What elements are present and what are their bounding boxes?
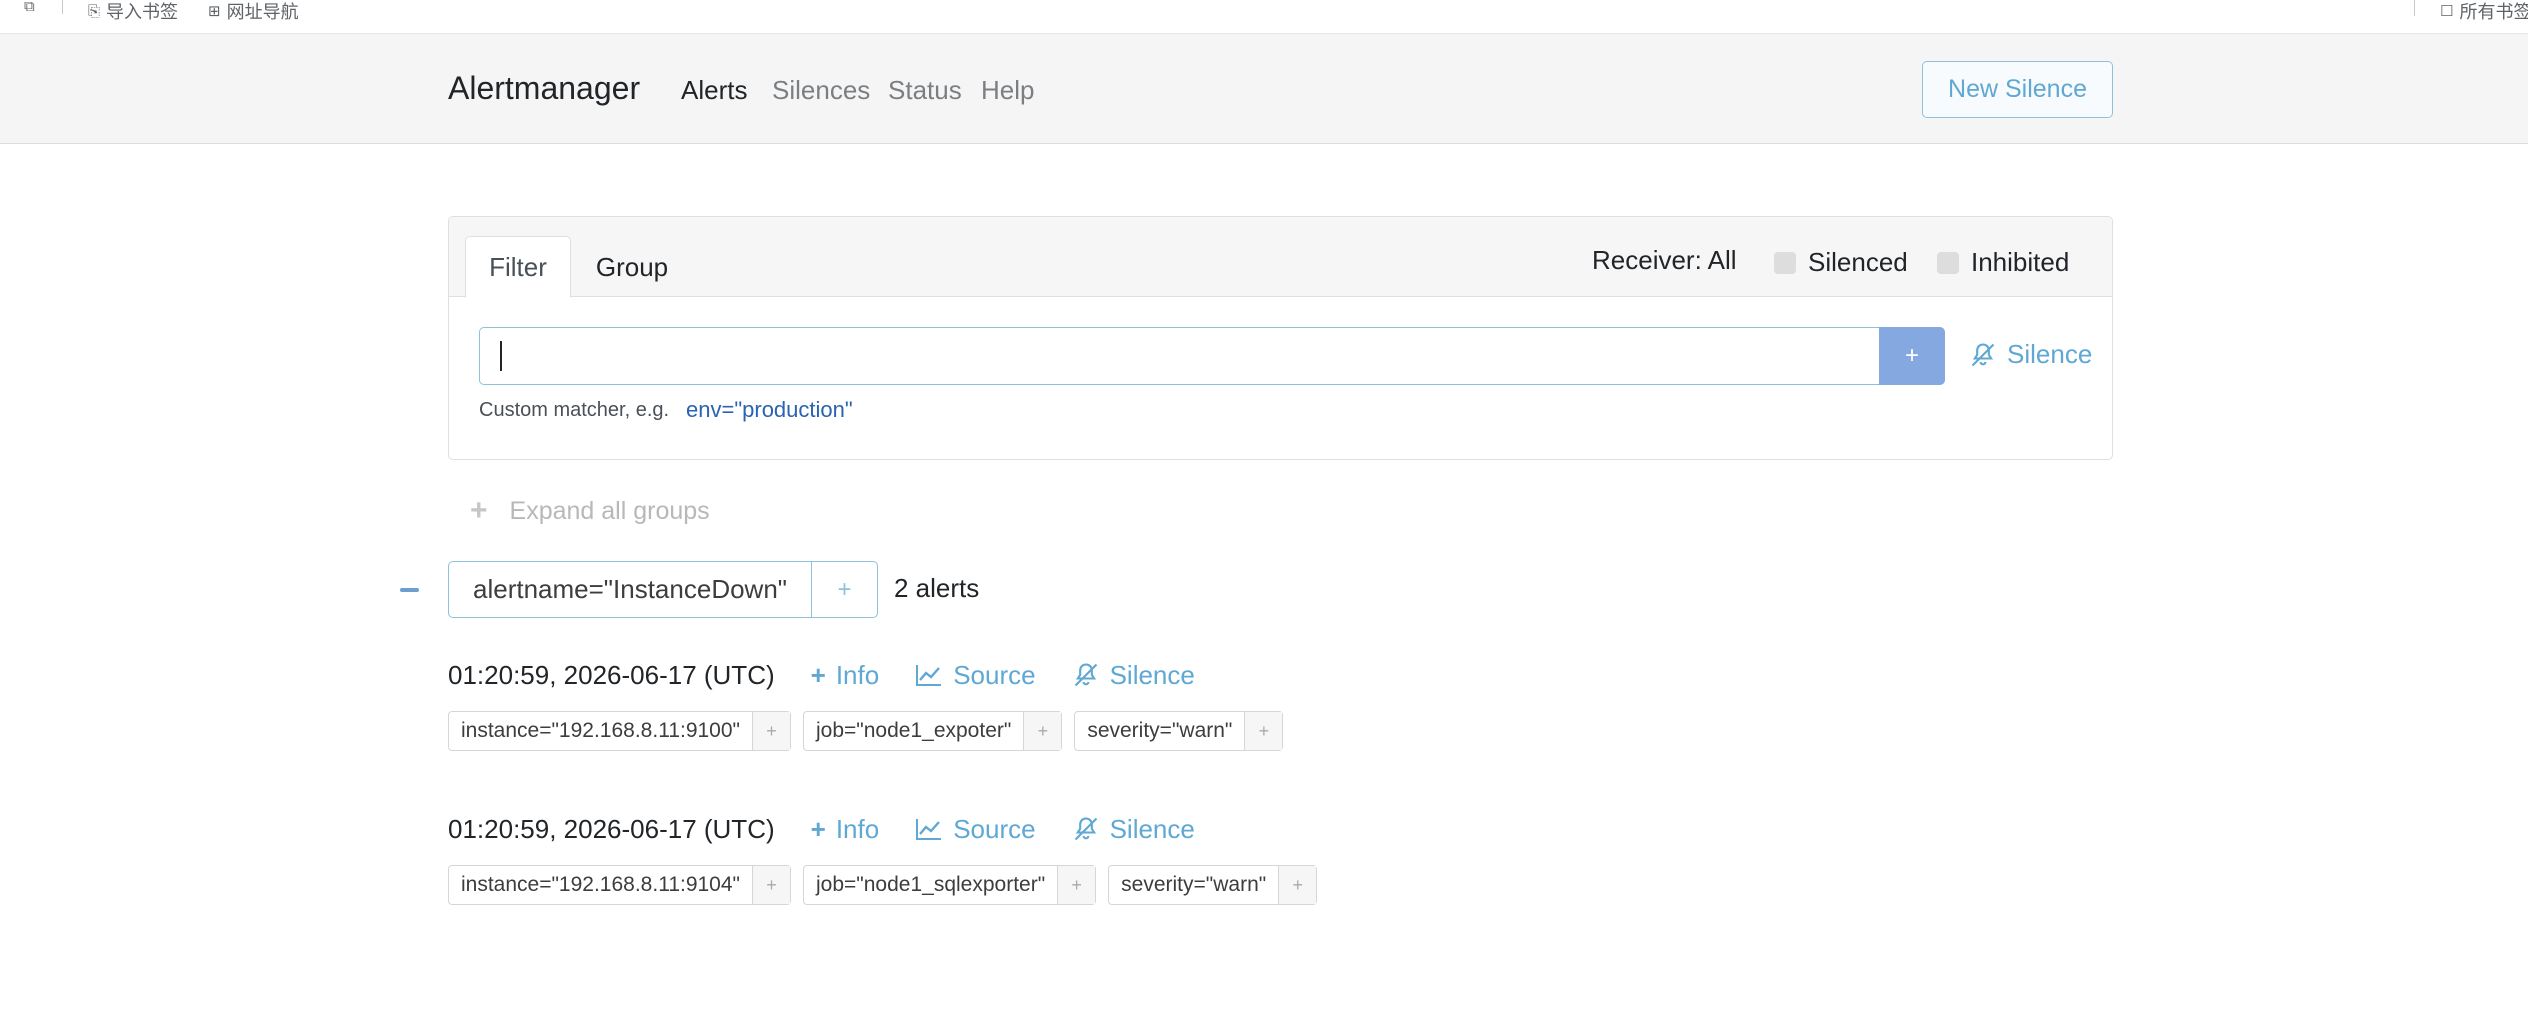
silence-label: Silence [1109, 813, 1195, 844]
alert-labels: instance="192.168.8.11:9100" + job="node… [448, 711, 1284, 751]
brand-title[interactable]: Alertmanager [448, 70, 640, 107]
receiver-selector[interactable]: Receiver: All [1592, 245, 1737, 276]
bookmark-label: 导入书签 [106, 2, 179, 22]
silence-alert-button[interactable]: Silence [1072, 814, 1195, 845]
checkbox-label: Silenced [1808, 247, 1908, 277]
label-add-button[interactable]: + [1244, 712, 1283, 750]
line-chart-icon [916, 819, 942, 840]
bookmark-all-bookmarks[interactable]: ☐ 所有书签 [2440, 0, 2528, 24]
alert-timestamp: 01:20:59, 2026-06-17 (UTC) [448, 813, 775, 844]
silenced-checkbox[interactable]: Silenced [1774, 247, 1908, 278]
label-text[interactable]: job="node1_sqlexporter" [804, 866, 1057, 904]
label-add-button[interactable]: + [1057, 866, 1096, 904]
silence-filter-button[interactable]: Silence [1969, 339, 2092, 370]
silence-label: Silence [1109, 659, 1195, 690]
bell-slash-icon [1074, 663, 1097, 687]
label-chip[interactable]: severity="warn" + [1074, 711, 1284, 751]
filter-matcher-input[interactable] [479, 327, 1879, 385]
bookmarks-divider [2414, 0, 2415, 16]
source-label: Source [953, 813, 1036, 844]
browser-bookmarks-bar: ⧉ ⎘ 导入书签 ⊞ 网址导航 ☐ 所有书签 [0, 0, 2528, 34]
info-button[interactable]: + Info [811, 660, 880, 691]
bookmark-tab-icon[interactable]: ⧉ [24, 0, 35, 15]
plus-icon: + [470, 494, 488, 527]
top-navbar: Alertmanager Alerts Silences Status Help… [0, 34, 2528, 144]
label-chip[interactable]: job="node1_expoter" + [803, 711, 1063, 751]
alert-header: 01:20:59, 2026-06-17 (UTC) + Info Source… [448, 655, 1195, 695]
bell-slash-icon [1074, 817, 1097, 841]
checkbox-label: Inhibited [1971, 247, 2070, 277]
checkbox-box[interactable] [1774, 251, 1796, 274]
label-chip[interactable]: instance="192.168.8.11:9100" + [448, 711, 791, 751]
label-chip[interactable]: job="node1_sqlexporter" + [803, 865, 1097, 905]
expand-all-groups-button[interactable]: + Expand all groups [470, 494, 710, 528]
label-text[interactable]: severity="warn" [1109, 866, 1278, 904]
group-label-add-button[interactable]: + [811, 562, 877, 617]
label-add-button[interactable]: + [1023, 712, 1062, 750]
expand-all-label: Expand all groups [509, 496, 710, 525]
source-button[interactable]: Source [915, 659, 1036, 691]
alert-timestamp: 01:20:59, 2026-06-17 (UTC) [448, 659, 775, 690]
label-add-button[interactable]: + [1278, 866, 1317, 904]
group-label-text[interactable]: alertname="InstanceDown" [449, 562, 811, 617]
collapse-group-icon[interactable] [400, 588, 419, 592]
grid-nav-icon: ⊞ [208, 3, 221, 20]
filter-card: Filter Group Receiver: All Silenced Inhi… [448, 216, 2113, 460]
nav-silences[interactable]: Silences [772, 75, 870, 106]
folder-icon: ☐ [2440, 3, 2454, 20]
label-text[interactable]: job="node1_expoter" [804, 712, 1023, 750]
bookmark-label: 所有书签 [2459, 2, 2528, 22]
matcher-hint-example: env="production" [686, 397, 853, 422]
bookmark-item-nav[interactable]: ⊞ 网址导航 [208, 0, 299, 24]
alert-labels: instance="192.168.8.11:9104" + job="node… [448, 865, 1318, 905]
line-chart-icon [916, 665, 942, 686]
text-caret [500, 341, 502, 371]
alert-item: 01:20:59, 2026-06-17 (UTC) + Info Source… [448, 809, 1848, 919]
source-button[interactable]: Source [915, 813, 1036, 845]
plus-icon: + [810, 813, 826, 844]
alert-item: 01:20:59, 2026-06-17 (UTC) + Info Source… [448, 655, 1848, 765]
label-add-button[interactable]: + [752, 712, 790, 750]
info-label: Info [835, 659, 880, 690]
info-button[interactable]: + Info [811, 814, 880, 845]
nav-help[interactable]: Help [981, 75, 1034, 106]
label-text[interactable]: instance="192.168.8.11:9104" [449, 866, 752, 904]
label-text[interactable]: instance="192.168.8.11:9100" [449, 712, 752, 750]
silence-label: Silence [2007, 339, 2093, 369]
nav-alerts[interactable]: Alerts [681, 75, 747, 106]
alert-header: 01:20:59, 2026-06-17 (UTC) + Info Source… [448, 809, 1195, 849]
label-text[interactable]: severity="warn" [1075, 712, 1244, 750]
add-matcher-button[interactable]: + [1879, 327, 1945, 385]
filter-card-header: Filter Group Receiver: All Silenced Inhi… [449, 217, 2112, 298]
nav-status[interactable]: Status [888, 75, 962, 106]
label-chip[interactable]: severity="warn" + [1108, 865, 1318, 905]
bookmarks-divider [62, 0, 63, 14]
bookmark-item-import[interactable]: ⎘ 导入书签 [88, 0, 178, 24]
info-label: Info [835, 813, 880, 844]
checkbox-box[interactable] [1937, 251, 1959, 274]
label-add-button[interactable]: + [752, 866, 790, 904]
bell-slash-icon [1971, 342, 1995, 366]
group-alert-count: 2 alerts [894, 573, 980, 603]
source-label: Source [953, 659, 1036, 690]
new-silence-button[interactable]: New Silence [1922, 61, 2113, 118]
plus-icon: + [810, 659, 826, 690]
bookmark-label: 网址导航 [226, 2, 299, 22]
tab-group[interactable]: Group [587, 236, 677, 298]
inhibited-checkbox[interactable]: Inhibited [1937, 247, 2069, 278]
group-label-button[interactable]: alertname="InstanceDown" + [448, 561, 879, 618]
import-bookmark-icon: ⎘ [88, 2, 101, 20]
silence-alert-button[interactable]: Silence [1072, 660, 1195, 691]
matcher-hint: Custom matcher, e.g. [479, 399, 670, 421]
label-chip[interactable]: instance="192.168.8.11:9104" + [448, 865, 791, 905]
tab-filter[interactable]: Filter [465, 236, 571, 298]
